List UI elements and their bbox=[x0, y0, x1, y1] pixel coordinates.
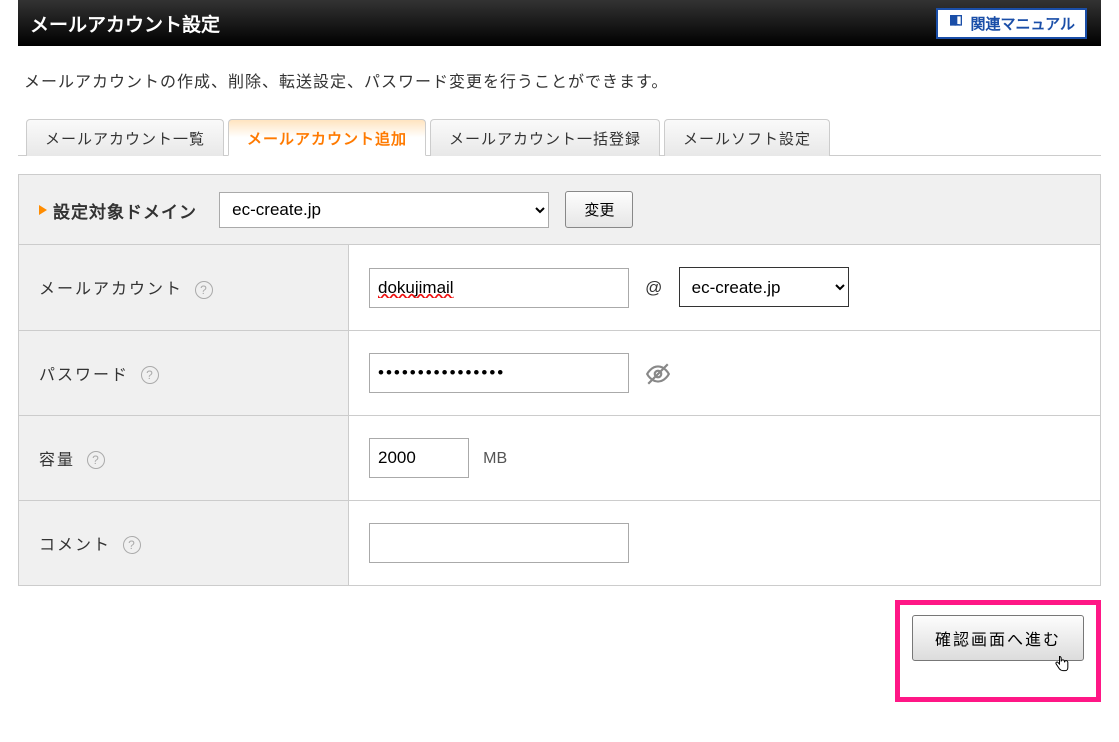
arrow-right-icon bbox=[39, 205, 47, 215]
at-symbol: @ bbox=[645, 278, 662, 297]
mail-account-domain-select[interactable]: ec-create.jp bbox=[679, 267, 849, 307]
help-icon[interactable]: ? bbox=[141, 366, 159, 384]
related-manual-label: 関連マニュアル bbox=[970, 13, 1075, 34]
capacity-unit: MB bbox=[483, 450, 507, 467]
mail-account-label: メールアカウント bbox=[39, 281, 183, 298]
comment-input[interactable] bbox=[369, 523, 629, 563]
related-manual-button[interactable]: 関連マニュアル bbox=[936, 8, 1087, 39]
change-domain-button[interactable]: 変更 bbox=[565, 191, 633, 228]
target-domain-select[interactable]: ec-create.jp bbox=[219, 192, 549, 228]
help-icon[interactable]: ? bbox=[123, 536, 141, 554]
form-table: 設定対象ドメイン ec-create.jp 変更 メールアカウント ? @ ec… bbox=[18, 174, 1101, 586]
submit-highlight-box: 確認画面へ進む bbox=[895, 600, 1101, 702]
page-title: メールアカウント設定 bbox=[30, 10, 220, 37]
help-icon[interactable]: ? bbox=[87, 451, 105, 469]
capacity-input[interactable] bbox=[369, 438, 469, 478]
comment-label: コメント bbox=[39, 537, 111, 554]
tab-account-add[interactable]: メールアカウント追加 bbox=[228, 119, 426, 156]
page-header: メールアカウント設定 関連マニュアル bbox=[18, 0, 1101, 46]
password-label: パスワード bbox=[39, 367, 129, 384]
book-icon bbox=[948, 13, 964, 33]
capacity-label: 容量 bbox=[39, 452, 75, 469]
tab-account-list[interactable]: メールアカウント一覧 bbox=[26, 119, 224, 156]
tab-mail-software[interactable]: メールソフト設定 bbox=[664, 119, 830, 156]
confirm-submit-button[interactable]: 確認画面へ進む bbox=[912, 615, 1084, 661]
password-input[interactable] bbox=[369, 353, 629, 393]
tabs: メールアカウント一覧 メールアカウント追加 メールアカウント一括登録 メールソフ… bbox=[18, 118, 1101, 156]
mail-account-input[interactable] bbox=[369, 268, 629, 308]
target-domain-label: 設定対象ドメイン bbox=[39, 198, 197, 223]
page-description: メールアカウントの作成、削除、転送設定、パスワード変更を行うことができます。 bbox=[24, 68, 1099, 92]
help-icon[interactable]: ? bbox=[195, 281, 213, 299]
tab-account-bulk[interactable]: メールアカウント一括登録 bbox=[430, 119, 660, 156]
eye-off-icon[interactable] bbox=[645, 361, 671, 387]
